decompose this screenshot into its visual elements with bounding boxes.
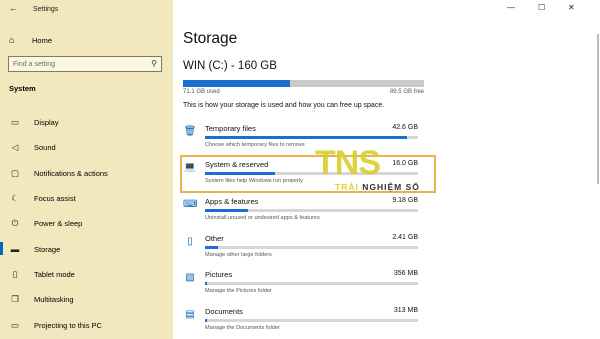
storage-icon: ▬ xyxy=(10,244,20,255)
trash-icon: 🗑 xyxy=(183,126,197,137)
category-usage-bar xyxy=(205,319,418,322)
sidebar-item-label: Sound xyxy=(34,143,56,153)
sidebar-item-storage[interactable]: ▬ Storage xyxy=(0,236,173,261)
sidebar-item-display[interactable]: ▭ Display xyxy=(0,110,173,135)
sidebar-item-label: Display xyxy=(34,118,59,128)
category-usage-fill xyxy=(205,136,408,139)
scrollbar[interactable] xyxy=(596,14,600,339)
sidebar-item-multitasking[interactable]: ❐ Multitasking xyxy=(0,287,173,312)
multitasking-icon: ❐ xyxy=(11,294,19,305)
category-subtitle: Manage the Pictures folder xyxy=(205,288,272,294)
tablet-icon: ▯ xyxy=(12,268,18,279)
category-size: 313 MB xyxy=(393,307,418,314)
storage-category[interactable]: ▯ Other 2.41 GB Manage other large folders xyxy=(183,234,423,264)
sidebar-item-label: Tablet mode xyxy=(34,269,75,279)
category-usage-fill xyxy=(205,319,208,322)
section-label: System xyxy=(9,84,36,93)
category-usage-bar xyxy=(205,209,418,212)
maximize-icon[interactable]: ☐ xyxy=(538,3,545,12)
category-name: Temporary files xyxy=(205,124,256,133)
page-title: Storage xyxy=(183,30,238,47)
projecting-icon: ▭ xyxy=(10,319,20,330)
sidebar-nav: ▭ Display ◁ Sound ▢ Notifications & actions ☾ F… xyxy=(0,110,173,338)
back-arrow-icon[interactable]: ← xyxy=(9,3,18,13)
storage-category[interactable]: ⌨ Apps & features 9.18 GB Uninstall unused … xyxy=(183,197,423,227)
sidebar-item-label: Storage xyxy=(34,244,61,254)
scrollbar-thumb[interactable] xyxy=(597,34,599,184)
focus-assist-icon: ☾ xyxy=(11,193,19,204)
category-subtitle: Uninstall unused or undesired apps & fea… xyxy=(205,215,320,221)
storage-description: This is how your storage is used and how… xyxy=(183,102,385,109)
category-usage-bar xyxy=(205,246,418,249)
folder-icon: ▯ xyxy=(187,236,193,247)
minimize-icon[interactable]: — xyxy=(507,3,515,12)
drive-free: 89.5 GB free xyxy=(389,89,424,95)
drive-usage-bar xyxy=(183,80,424,87)
sidebar-item-power-sleep[interactable]: ⏻ Power & sleep xyxy=(0,211,173,236)
category-usage-bar xyxy=(205,282,418,285)
home-label: Home xyxy=(32,35,53,45)
sidebar-item-label: Power & sleep xyxy=(34,219,83,229)
category-usage-fill xyxy=(205,246,218,249)
category-subtitle: Manage the Documents folder xyxy=(205,325,280,331)
search-input[interactable]: Find a setting ⚲ xyxy=(8,56,162,72)
notifications-icon: ▢ xyxy=(10,167,20,178)
sidebar-item-label: Focus assist xyxy=(34,194,76,204)
sidebar-item-label: Multitasking xyxy=(34,295,74,305)
documents-icon: ▤ xyxy=(185,309,195,320)
category-subtitle: Manage other large folders xyxy=(205,252,272,258)
category-usage-bar xyxy=(205,136,418,139)
sidebar-item-label: Projecting to this PC xyxy=(34,320,102,330)
home-icon: ⌂ xyxy=(9,35,15,45)
category-name: Other xyxy=(205,234,224,243)
close-icon[interactable]: ✕ xyxy=(568,3,575,12)
sidebar-item-sound[interactable]: ◁ Sound xyxy=(0,135,173,160)
apps-icon: ⌨ xyxy=(183,199,198,210)
sidebar-item-projecting-to-this-pc[interactable]: ▭ Projecting to this PC xyxy=(0,312,173,337)
sidebar-home[interactable]: ⌂ Home xyxy=(9,33,52,47)
highlight-box xyxy=(180,155,436,193)
category-name: Apps & features xyxy=(205,197,259,206)
category-size: 9.18 GB xyxy=(392,197,418,204)
drive-used: 71.1 GB used xyxy=(183,89,220,95)
drive-name[interactable]: WIN (C:) - 160 GB xyxy=(183,60,277,72)
display-icon: ▭ xyxy=(10,117,20,128)
category-size: 42.6 GB xyxy=(392,124,418,131)
category-name: Pictures xyxy=(205,270,233,279)
sidebar-item-notifications-actions[interactable]: ▢ Notifications & actions xyxy=(0,161,173,186)
sidebar-item-focus-assist[interactable]: ☾ Focus assist xyxy=(0,186,173,211)
main-content: — ☐ ✕ Storage WIN (C:) - 160 GB 71.1 GB … xyxy=(173,0,600,339)
search-icon[interactable]: ⚲ xyxy=(151,59,157,68)
sidebar-item-tablet-mode[interactable]: ▯ Tablet mode xyxy=(0,262,173,287)
storage-category[interactable]: 🗑 Temporary files 42.6 GB Choose which temp… xyxy=(183,124,423,154)
power-icon: ⏻ xyxy=(11,218,19,229)
pictures-icon: ▧ xyxy=(185,272,195,283)
category-usage-fill xyxy=(205,282,208,285)
window-title: Settings xyxy=(33,6,59,13)
storage-category[interactable]: ▤ Documents 313 MB Manage the Documents fol… xyxy=(183,307,423,337)
search-placeholder: Find a setting xyxy=(13,60,56,68)
sound-icon: ◁ xyxy=(11,142,19,153)
category-size: 356 MB xyxy=(393,270,418,277)
category-subtitle: Choose which temporary files to remove xyxy=(205,142,305,148)
storage-category[interactable]: ▧ Pictures 356 MB Manage the Pictures folde… xyxy=(183,270,423,300)
drive-usage-fill xyxy=(183,80,290,87)
sidebar: ← Settings ⌂ Home Find a setting ⚲ Syste… xyxy=(0,0,173,339)
category-size: 2.41 GB xyxy=(392,234,418,241)
sidebar-item-label: Notifications & actions xyxy=(34,168,108,178)
category-name: Documents xyxy=(205,307,243,316)
category-usage-fill xyxy=(205,209,248,212)
